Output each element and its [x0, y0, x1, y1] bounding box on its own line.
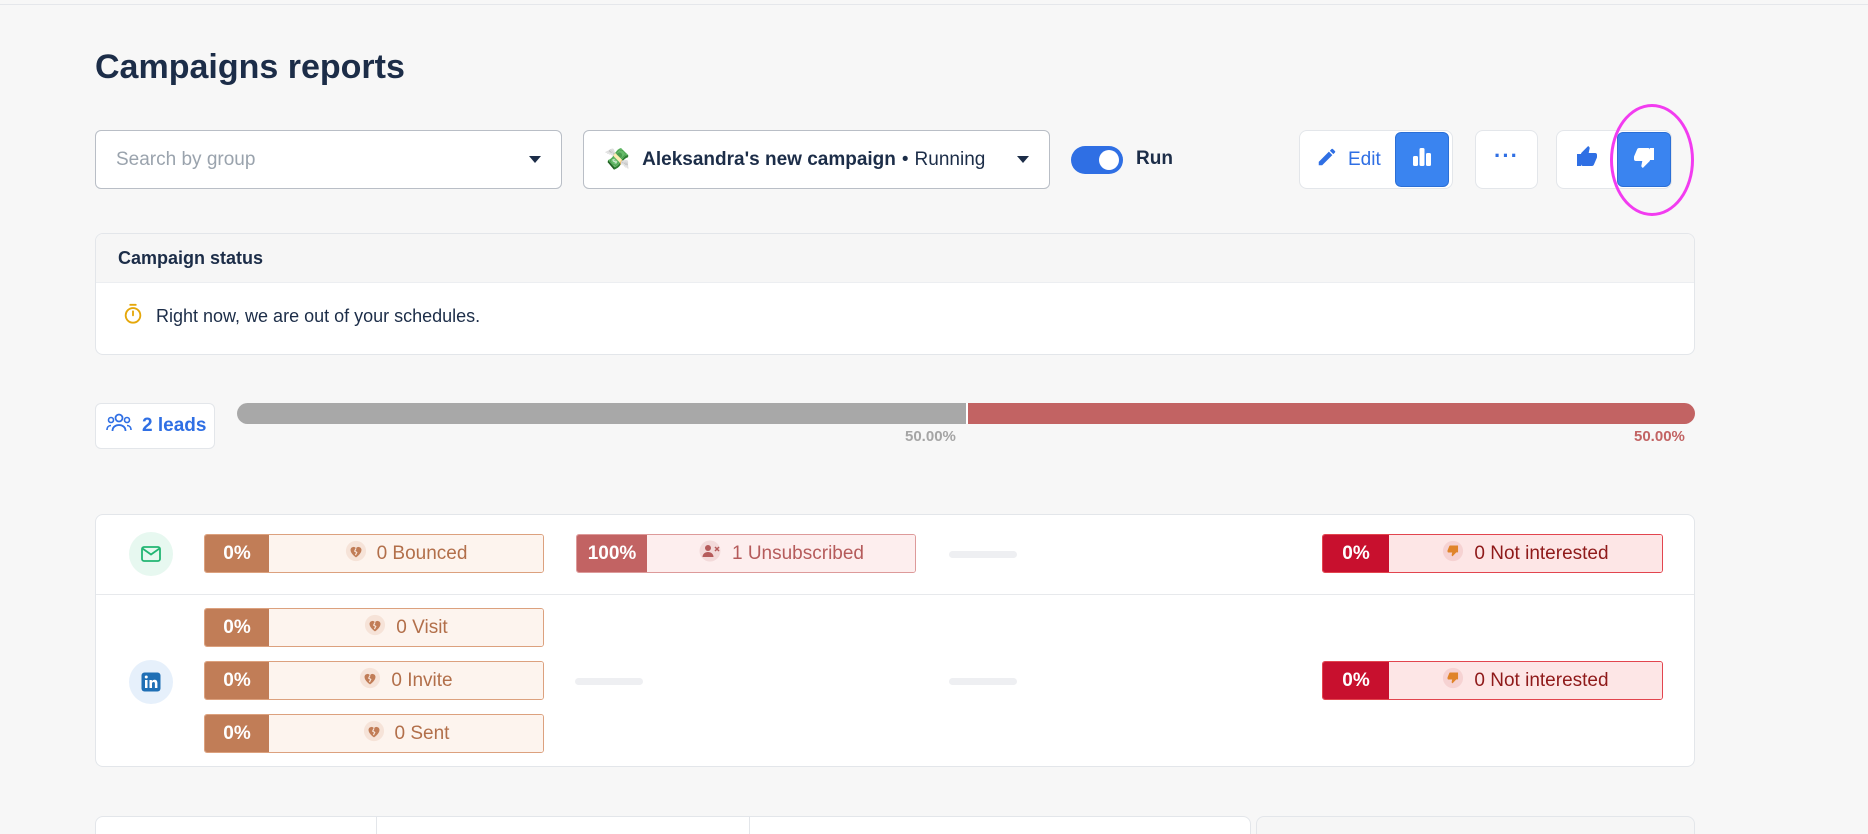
toggle-knob [1099, 150, 1119, 170]
bottom-stats-card [95, 816, 1251, 834]
email-not-interested-pct: 0% [1323, 535, 1389, 572]
edit-button-group: Edit [1299, 130, 1453, 189]
campaign-status: Running [914, 148, 986, 170]
broken-heart-icon [363, 720, 385, 748]
column-divider [376, 817, 377, 834]
pencil-icon [1316, 146, 1338, 174]
email-bounced-label: 0 Bounced [376, 542, 468, 564]
linkedin-visit-stat[interactable]: 0% 0 Visit [204, 608, 544, 647]
email-not-interested-stat[interactable]: 0% 0 Not interested [1322, 534, 1663, 573]
email-not-interested-label: 0 Not interested [1474, 542, 1609, 564]
group-search-placeholder: Search by group [116, 148, 256, 170]
edit-button[interactable]: Edit [1300, 131, 1395, 188]
bar-chart-icon [1411, 146, 1433, 173]
broken-heart-icon [364, 614, 386, 642]
campaign-separator: • [901, 148, 909, 170]
highlight-annotation [1610, 104, 1694, 216]
broken-heart-icon [345, 540, 367, 568]
linkedin-sent-stat[interactable]: 0% 0 Sent [204, 714, 544, 753]
linkedin-not-interested-stat[interactable]: 0% 0 Not interested [1322, 661, 1663, 700]
campaign-status-body: Right now, we are out of your schedules. [96, 283, 1694, 350]
email-bounced-stat[interactable]: 0% 0 Bounced [204, 534, 544, 573]
linkedin-icon [129, 660, 173, 704]
channel-divider [96, 594, 1694, 595]
linkedin-invite-label: 0 Invite [391, 669, 453, 691]
more-options-button[interactable]: ··· [1475, 130, 1538, 189]
thumbs-down-icon [1442, 667, 1464, 695]
campaign-name: Aleksandra's new campaign [642, 148, 896, 170]
run-toggle[interactable] [1071, 146, 1123, 174]
empty-stat-placeholder [949, 551, 1017, 558]
broken-heart-icon [359, 667, 381, 695]
linkedin-invite-stat[interactable]: 0% 0 Invite [204, 661, 544, 700]
campaign-status-card: Campaign status Right now, we are out of… [95, 233, 1695, 355]
campaign-status-message: Right now, we are out of your schedules. [156, 306, 481, 326]
page-title: Campaigns reports [95, 48, 405, 86]
progress-segment-red [966, 403, 1695, 424]
email-unsubscribed-stat[interactable]: 100% 1 Unsubscribed [576, 534, 916, 573]
email-unsubscribed-label: 1 Unsubscribed [731, 542, 865, 564]
progress-label-red: 50.00% [1634, 428, 1685, 445]
campaign-status-title: Campaign status [96, 234, 1694, 283]
leads-count-button[interactable]: 2 leads [95, 403, 215, 449]
empty-stat-placeholder [575, 678, 643, 685]
campaign-select[interactable]: 💸 Aleksandra's new campaign • Running [583, 130, 1050, 189]
progress-segment-grey [237, 403, 966, 424]
channel-stats-card: 0% 0 Bounced 100% 1 Unsubscribed 0% 0 No… [95, 514, 1695, 767]
chevron-down-icon [1017, 156, 1029, 163]
chevron-down-icon [529, 156, 541, 163]
email-bounced-pct: 0% [205, 535, 269, 572]
empty-stat-placeholder [949, 678, 1017, 685]
thumbs-up-icon [1575, 145, 1599, 174]
more-dots-icon: ··· [1494, 142, 1519, 168]
linkedin-invite-pct: 0% [205, 662, 269, 699]
progress-label-grey: 50.00% [905, 428, 956, 445]
email-unsubscribed-pct: 100% [577, 535, 647, 572]
column-divider [749, 817, 750, 834]
leads-count-label: 2 leads [142, 415, 207, 436]
thumbs-down-icon [1442, 540, 1464, 568]
stats-view-button[interactable] [1394, 132, 1449, 187]
linkedin-sent-pct: 0% [205, 715, 269, 752]
stopwatch-icon [122, 303, 144, 330]
edit-label: Edit [1348, 148, 1381, 170]
interested-filter-button[interactable] [1557, 131, 1617, 188]
money-emoji-icon: 💸 [604, 147, 631, 171]
user-remove-icon [698, 540, 722, 568]
run-label: Run [1136, 148, 1173, 169]
users-icon [106, 413, 132, 439]
group-search-select[interactable]: Search by group [95, 130, 562, 189]
linkedin-visit-label: 0 Visit [396, 616, 448, 638]
linkedin-not-interested-pct: 0% [1323, 662, 1389, 699]
linkedin-not-interested-label: 0 Not interested [1474, 669, 1609, 691]
leads-progress-bar [237, 403, 1695, 424]
bottom-side-card [1256, 816, 1695, 834]
top-divider [0, 0, 1868, 5]
linkedin-sent-label: 0 Sent [394, 722, 450, 744]
envelope-icon [129, 532, 173, 576]
linkedin-visit-pct: 0% [205, 609, 269, 646]
